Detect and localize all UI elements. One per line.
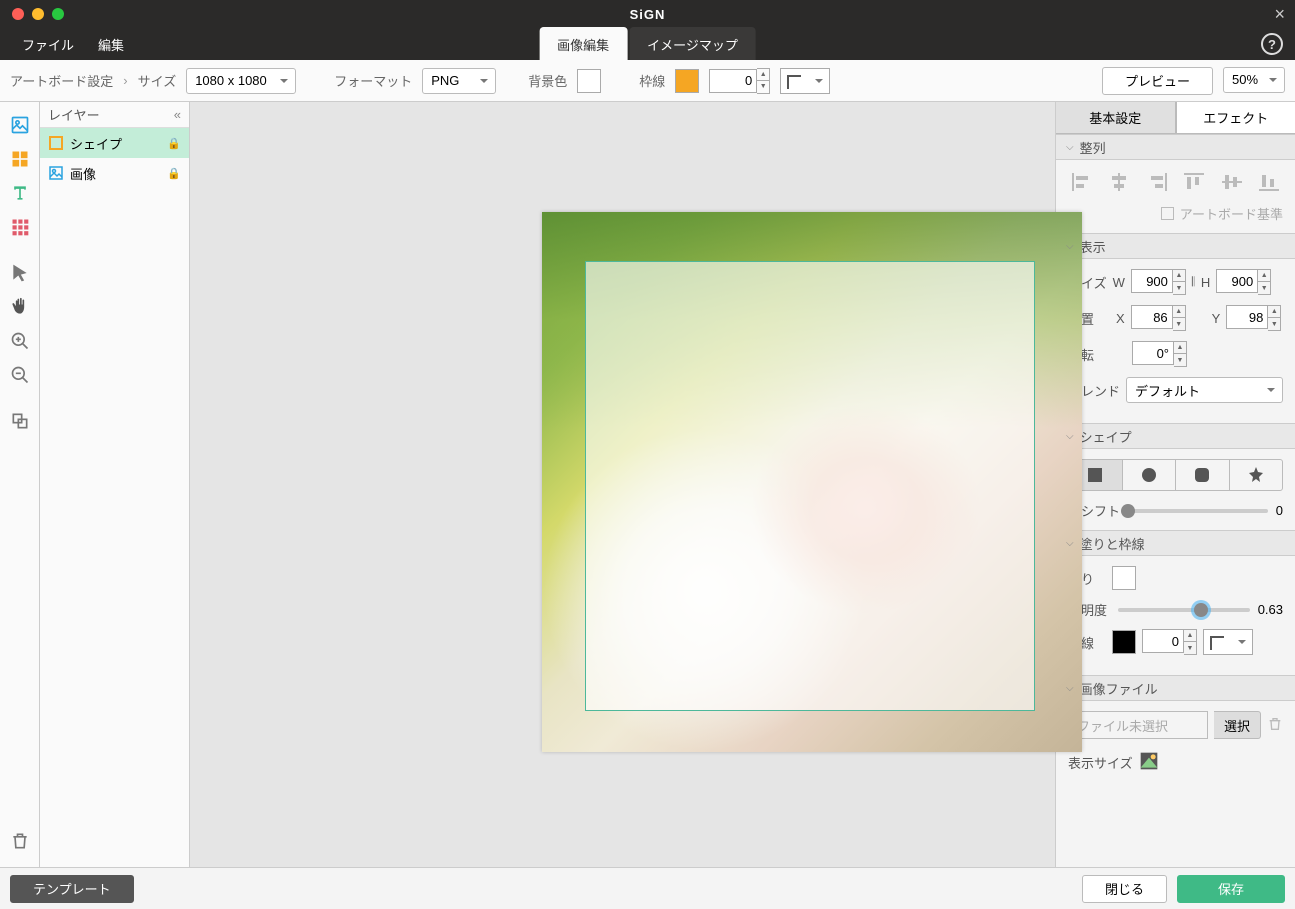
- size-label: サイズ: [138, 71, 177, 90]
- grid-tool-icon[interactable]: [6, 213, 34, 241]
- border-width-input[interactable]: [709, 69, 757, 93]
- footer: テンプレート 閉じる 保存: [0, 867, 1295, 909]
- border-fill-width[interactable]: ▲▼: [1142, 629, 1197, 655]
- layer-label: 画像: [70, 164, 96, 183]
- bg-color-label: 背景色: [528, 71, 567, 90]
- link-icon[interactable]: 𝄃: [1192, 274, 1195, 290]
- display-size-icon[interactable]: [1139, 751, 1159, 774]
- tab-image-edit[interactable]: 画像編集: [539, 27, 627, 60]
- lock-icon[interactable]: 🔒: [167, 167, 181, 180]
- align-top-icon[interactable]: [1180, 170, 1208, 194]
- shape-layer-icon: [48, 135, 64, 151]
- artboard-basis-checkbox[interactable]: [1161, 207, 1174, 220]
- maximize-window-button[interactable]: [52, 8, 64, 20]
- canvas[interactable]: [190, 102, 1055, 867]
- opacity-slider[interactable]: [1118, 608, 1250, 612]
- close-window-button[interactable]: [12, 8, 24, 20]
- shapes-tool-icon[interactable]: [6, 145, 34, 173]
- preview-button[interactable]: プレビュー: [1102, 67, 1213, 95]
- minimize-window-button[interactable]: [32, 8, 44, 20]
- text-tool-icon[interactable]: [6, 179, 34, 207]
- shape-circle-icon[interactable]: [1123, 460, 1177, 490]
- close-button[interactable]: 閉じる: [1082, 875, 1167, 903]
- collapse-layers-icon[interactable]: «: [174, 107, 181, 122]
- menubar: ファイル 編集 画像編集 イメージマップ ?: [0, 28, 1295, 60]
- hand-tool-icon[interactable]: [6, 293, 34, 321]
- tab-effect[interactable]: エフェクト: [1176, 102, 1295, 134]
- blend-select[interactable]: デフォルト: [1126, 377, 1283, 403]
- align-center-v-icon[interactable]: [1218, 170, 1246, 194]
- options-bar: アートボード設定 › サイズ 1080 x 1080 フォーマット PNG 背景…: [0, 60, 1295, 102]
- tool-column: [0, 102, 40, 867]
- help-icon[interactable]: ?: [1261, 33, 1283, 55]
- width-input[interactable]: ▲▼: [1131, 269, 1186, 295]
- shape-roundrect-icon[interactable]: [1176, 460, 1230, 490]
- border-style-select[interactable]: [780, 68, 830, 94]
- section-display[interactable]: 表示: [1056, 233, 1295, 259]
- window-controls: [0, 8, 64, 20]
- layers-panel: レイヤー « シェイプ 🔒 画像 🔒: [40, 102, 190, 867]
- file-input[interactable]: ファイル未選択: [1068, 711, 1208, 739]
- align-bottom-icon[interactable]: [1255, 170, 1283, 194]
- copy-tool-icon[interactable]: [6, 407, 34, 435]
- tab-image-map[interactable]: イメージマップ: [629, 27, 756, 60]
- layers-header: レイヤー «: [40, 102, 189, 128]
- tab-basic[interactable]: 基本設定: [1056, 102, 1176, 134]
- select-tool-icon[interactable]: [6, 259, 34, 287]
- close-icon[interactable]: ×: [1274, 4, 1285, 25]
- rotation-input[interactable]: ▲▼: [1132, 341, 1187, 367]
- artboard[interactable]: [542, 212, 1082, 752]
- opacity-value: 0.63: [1258, 602, 1283, 617]
- selected-shape[interactable]: [585, 261, 1035, 711]
- format-label: フォーマット: [334, 71, 412, 90]
- x-input[interactable]: ▲▼: [1131, 305, 1186, 331]
- border-color-swatch[interactable]: [675, 69, 699, 93]
- border-fill-swatch[interactable]: [1112, 630, 1136, 654]
- file-select-button[interactable]: 選択: [1214, 711, 1261, 739]
- file-clear-icon[interactable]: [1267, 716, 1283, 735]
- template-button[interactable]: テンプレート: [10, 875, 134, 903]
- artboard-basis-label: アートボード基準: [1180, 204, 1283, 223]
- properties-panel: 基本設定 エフェクト 整列 アートボード基準 表示 サイズ W ▲▼: [1055, 102, 1295, 867]
- frame-shift-value: 0: [1276, 503, 1283, 518]
- titlebar: SiGN ×: [0, 0, 1295, 28]
- align-left-icon[interactable]: [1068, 170, 1096, 194]
- layer-row-shape[interactable]: シェイプ 🔒: [40, 128, 189, 158]
- border-width-spinner[interactable]: ▲▼: [757, 68, 770, 94]
- image-layer-icon: [48, 165, 64, 181]
- bg-color-swatch[interactable]: [577, 69, 601, 93]
- height-input[interactable]: ▲▼: [1216, 269, 1271, 295]
- zoom-out-tool-icon[interactable]: [6, 361, 34, 389]
- border-label: 枠線: [639, 71, 665, 90]
- main-tabs: 画像編集 イメージマップ: [538, 28, 757, 60]
- zoom-select[interactable]: 50%: [1223, 67, 1285, 93]
- format-select[interactable]: PNG: [422, 68, 496, 94]
- zoom-in-tool-icon[interactable]: [6, 327, 34, 355]
- lock-icon[interactable]: 🔒: [167, 137, 181, 150]
- section-image-file[interactable]: 画像ファイル: [1056, 675, 1295, 701]
- section-align[interactable]: 整列: [1056, 134, 1295, 160]
- align-center-h-icon[interactable]: [1105, 170, 1133, 194]
- trash-tool-icon[interactable]: [6, 827, 34, 855]
- section-fill[interactable]: 塗りと枠線: [1056, 530, 1295, 556]
- fill-color-swatch[interactable]: [1112, 566, 1136, 590]
- align-right-icon[interactable]: [1143, 170, 1171, 194]
- display-size-label: 表示サイズ: [1068, 753, 1133, 772]
- app-title: SiGN: [630, 7, 666, 22]
- frame-shift-slider[interactable]: [1128, 509, 1268, 513]
- layer-label: シェイプ: [70, 134, 122, 153]
- size-select[interactable]: 1080 x 1080: [186, 68, 296, 94]
- artboard-settings-label[interactable]: アートボード設定: [10, 71, 113, 90]
- save-button[interactable]: 保存: [1177, 875, 1285, 903]
- menu-edit[interactable]: 編集: [86, 35, 136, 54]
- border-fill-style-select[interactable]: [1203, 629, 1253, 655]
- shape-star-icon[interactable]: [1230, 460, 1283, 490]
- section-shape[interactable]: シェイプ: [1056, 423, 1295, 449]
- border-width-field[interactable]: ▲▼: [709, 68, 770, 94]
- chevron-right-icon: ›: [123, 73, 127, 88]
- layer-row-image[interactable]: 画像 🔒: [40, 158, 189, 188]
- image-tool-icon[interactable]: [6, 111, 34, 139]
- menu-file[interactable]: ファイル: [10, 35, 86, 54]
- y-input[interactable]: ▲▼: [1226, 305, 1281, 331]
